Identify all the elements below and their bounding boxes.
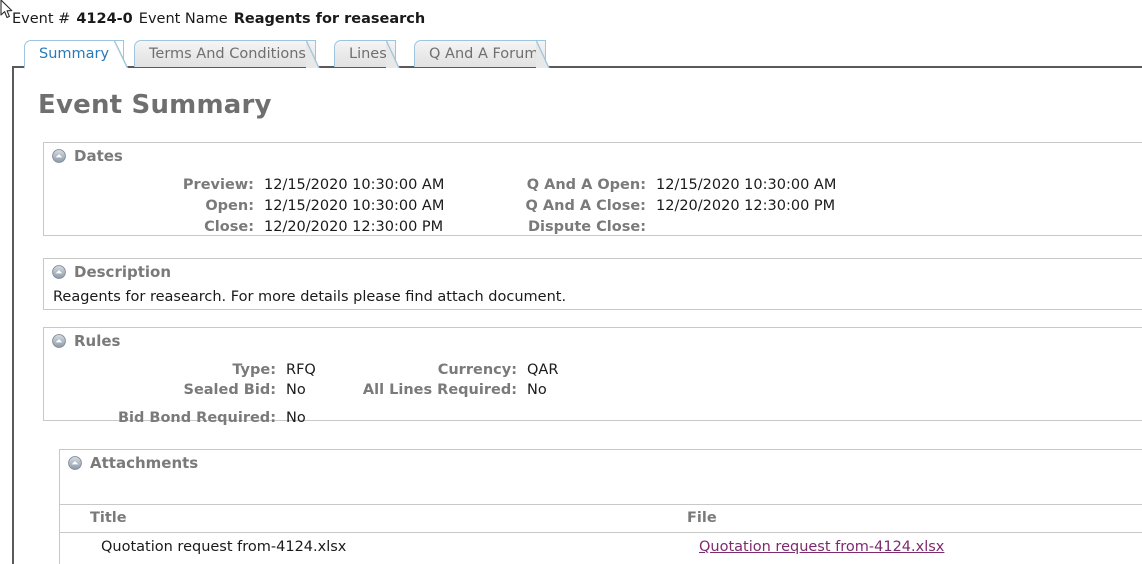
field-close-label: Close: xyxy=(204,219,254,235)
section-attachments: Attachments Title File Quotation request… xyxy=(59,449,1142,564)
section-rules-header[interactable]: Rules xyxy=(44,328,1142,354)
section-description-header[interactable]: Description xyxy=(44,259,1142,285)
field-qa-close: Q And A Close: xyxy=(374,196,646,216)
field-currency: Currency: xyxy=(274,360,517,380)
field-currency-label: Currency: xyxy=(437,362,517,378)
section-dates: Dates Preview: 12/15/2020 10:30:00 AM Op… xyxy=(43,142,1142,236)
field-dispute-close-value-wrap xyxy=(651,217,656,237)
tab-summary-label: Summary xyxy=(39,46,110,62)
section-attachments-header[interactable]: Attachments xyxy=(60,450,1142,476)
tab-terms-edge xyxy=(306,40,328,68)
field-preview: Preview: xyxy=(44,175,254,195)
field-bid-bond-required-value-wrap: No xyxy=(281,408,306,428)
field-qa-close-label: Q And A Close: xyxy=(525,198,646,214)
section-description-title: Description xyxy=(74,263,172,281)
tab-terms-and-conditions-label: Terms And Conditions xyxy=(149,46,306,62)
tab-q-and-a-forum-label: Q And A Forum xyxy=(429,46,539,62)
table-top-rule xyxy=(60,504,1142,505)
field-bid-bond-required: Bid Bond Required: xyxy=(44,408,276,428)
collapse-circle-icon[interactable] xyxy=(68,456,82,470)
page-title: Event Summary xyxy=(38,90,272,120)
section-dates-header[interactable]: Dates xyxy=(44,143,1142,169)
section-dates-title: Dates xyxy=(74,147,123,165)
field-qa-open-value: 12/15/2020 10:30:00 AM xyxy=(656,177,837,193)
field-qa-close-value-wrap: 12/20/2020 12:30:00 PM xyxy=(651,196,835,216)
event-header: Event # 4124-0 Event Name Reagents for reas… xyxy=(12,9,425,29)
attachments-column-title: Title xyxy=(90,510,127,526)
field-dispute-close-label: Dispute Close: xyxy=(528,219,646,235)
field-qa-open: Q And A Open: xyxy=(374,175,646,195)
tab-q-and-a-forum[interactable]: Q And A Forum xyxy=(414,40,550,68)
tab-lines-edge xyxy=(386,40,408,68)
table-row-file-link[interactable]: Quotation request from-4124.xlsx xyxy=(699,539,944,555)
collapse-circle-icon[interactable] xyxy=(52,265,66,279)
field-type: Type: xyxy=(44,360,276,380)
collapse-circle-icon[interactable] xyxy=(52,149,66,163)
field-all-lines-required-label: All Lines Required: xyxy=(362,382,517,398)
tab-qa-edge xyxy=(536,40,558,68)
section-attachments-title: Attachments xyxy=(90,454,199,472)
field-currency-value-wrap: QAR xyxy=(522,360,558,380)
field-all-lines-required-value: No xyxy=(527,382,547,398)
tab-strip: Summary Terms And Conditions Lines Q And… xyxy=(12,40,1142,69)
page-root: Event # 4124-0 Event Name Reagents for reas… xyxy=(0,0,1142,564)
field-bid-bond-required-value: No xyxy=(286,410,306,426)
field-all-lines-required-value-wrap: No xyxy=(522,380,547,400)
section-rules: Rules Type: RFQ Sealed Bid: No Bid Bond … xyxy=(43,327,1142,426)
tab-terms-and-conditions[interactable]: Terms And Conditions xyxy=(134,40,320,68)
summary-panel: Event Summary Dates Preview: 12/15/2020 … xyxy=(12,68,1142,564)
event-name-label: Event Name xyxy=(138,11,228,27)
table-row-title: Quotation request from-4124.xlsx xyxy=(101,539,347,555)
field-qa-open-value-wrap: 12/15/2020 10:30:00 AM xyxy=(651,175,836,195)
field-bid-bond-required-label: Bid Bond Required: xyxy=(117,410,276,426)
field-currency-value: QAR xyxy=(527,362,559,378)
event-number-value: 4124-0 xyxy=(76,11,133,27)
collapse-circle-icon[interactable] xyxy=(52,334,66,348)
field-all-lines-required: All Lines Required: xyxy=(274,380,517,400)
attachments-column-file: File xyxy=(687,510,717,526)
field-sealed-bid: Sealed Bid: xyxy=(44,380,277,400)
event-number-label: Event # xyxy=(12,11,71,27)
section-description: Description Reagents for reasearch. For … xyxy=(43,258,1142,310)
field-type-label: Type: xyxy=(232,362,276,378)
field-dispute-close: Dispute Close: xyxy=(374,217,646,237)
description-text: Reagents for reasearch. For more details… xyxy=(53,289,567,305)
field-close: Close: xyxy=(44,217,254,237)
table-header-rule xyxy=(60,532,1142,533)
field-open-label: Open: xyxy=(205,198,254,214)
tab-lines[interactable]: Lines xyxy=(334,40,400,68)
field-qa-open-label: Q And A Open: xyxy=(526,177,646,193)
field-preview-label: Preview: xyxy=(182,177,254,193)
event-name-value: Reagents for reasearch xyxy=(233,11,426,27)
field-sealed-bid-label: Sealed Bid: xyxy=(183,382,277,398)
field-open: Open: xyxy=(44,196,254,216)
field-qa-close-value: 12/20/2020 12:30:00 PM xyxy=(656,198,836,214)
section-rules-title: Rules xyxy=(74,332,121,350)
tab-summary[interactable]: Summary xyxy=(24,40,129,69)
tab-summary-edge xyxy=(114,40,136,68)
tab-lines-label: Lines xyxy=(349,46,387,62)
